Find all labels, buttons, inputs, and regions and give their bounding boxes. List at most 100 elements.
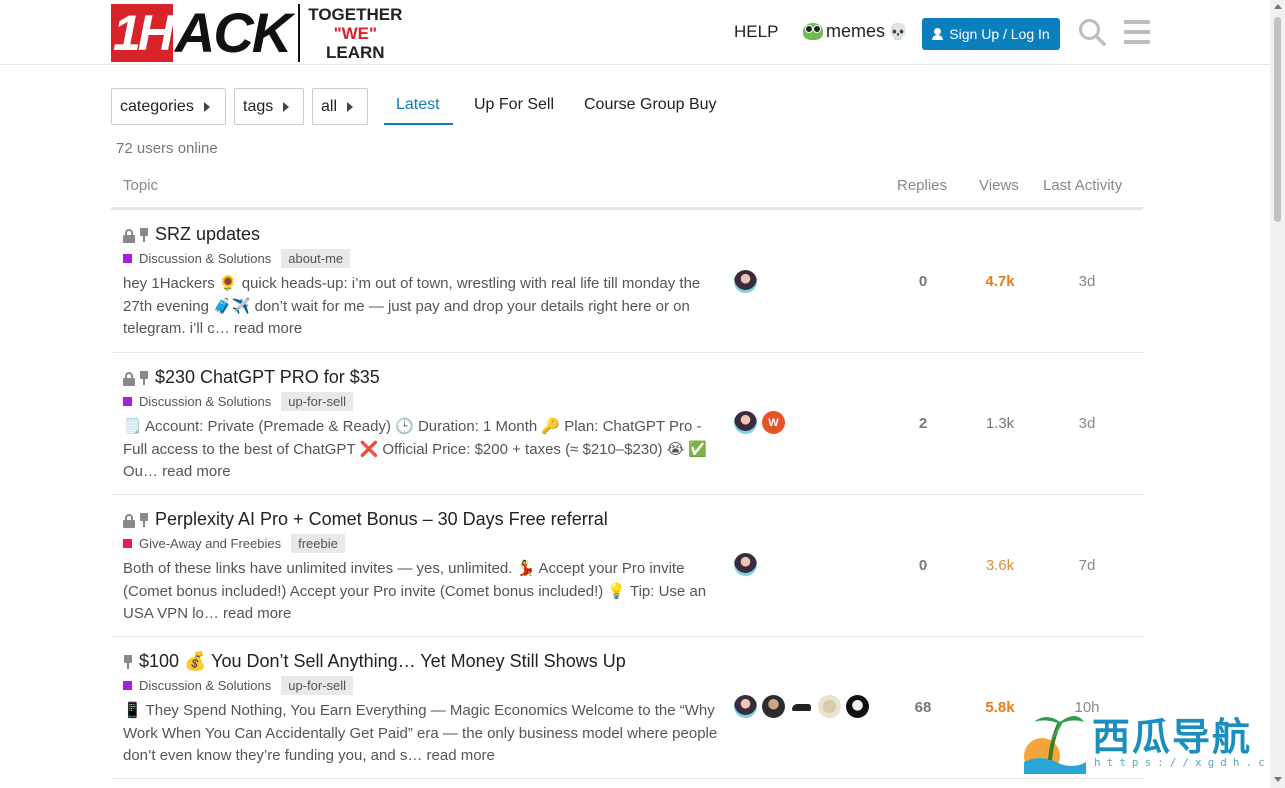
topic-tag[interactable]: up-for-sell	[281, 392, 354, 411]
replies-count: 2	[918, 415, 928, 432]
tab-course-group-buy[interactable]: Course Group Buy	[584, 96, 717, 114]
category-badge-icon	[123, 681, 132, 690]
poster-avatars	[734, 695, 869, 718]
topic-category[interactable]: Discussion & Solutions up-for-sell	[123, 676, 354, 695]
category-badge-icon	[123, 397, 132, 406]
skull-icon: 💀	[888, 23, 908, 41]
topic-title[interactable]: SRZ updates	[123, 224, 260, 245]
user-icon	[932, 28, 944, 40]
logo-ack: ACK	[174, 1, 292, 64]
topic-title-text[interactable]: SRZ updates	[155, 224, 260, 245]
views-count: 4.7k	[985, 273, 1015, 290]
logo-divider	[298, 4, 301, 62]
category-name[interactable]: Discussion & Solutions	[139, 678, 271, 693]
site-header: 1H ACK TOGETHER "WE" LEARN HELP memes 💀 …	[0, 0, 1270, 65]
categories-dropdown[interactable]: categories	[111, 88, 226, 125]
caret-right-icon	[283, 101, 290, 112]
topic-excerpt[interactable]: Both of these links have unlimited invit…	[123, 558, 723, 626]
topic-category[interactable]: Discussion & Solutions about-me	[123, 249, 351, 268]
scrollbar-thumb[interactable]	[1274, 17, 1281, 222]
scroll-down-arrow-icon[interactable]	[1274, 777, 1282, 782]
all-label: all	[321, 97, 338, 115]
topic-excerpt[interactable]: 🗒️ Account: Private (Premade & Ready) 🕒 …	[123, 416, 723, 484]
all-dropdown[interactable]: all	[312, 88, 368, 125]
avatar[interactable]: W	[762, 411, 785, 434]
replies-count: 68	[914, 699, 932, 716]
avatar[interactable]	[734, 411, 757, 434]
tags-label: tags	[243, 97, 274, 115]
column-topic[interactable]: Topic	[123, 177, 158, 194]
avatar[interactable]	[846, 695, 869, 718]
table-row[interactable]: Perplexity AI Pro + Comet Bonus – 30 Day…	[111, 495, 1145, 637]
memes-link[interactable]: memes 💀	[803, 21, 908, 42]
replies-count: 0	[918, 557, 928, 574]
last-activity[interactable]: 3d	[1061, 273, 1113, 290]
logo-tagline: TOGETHER "WE" LEARN	[308, 5, 402, 62]
lock-icon	[123, 229, 135, 243]
search-icon[interactable]	[1078, 18, 1106, 46]
topic-tag[interactable]: about-me	[281, 249, 351, 268]
category-name[interactable]: Discussion & Solutions	[139, 251, 271, 266]
signup-label: Sign Up / Log In	[949, 26, 1050, 42]
hamburger-menu-icon[interactable]	[1124, 20, 1150, 44]
poster-avatars: W	[734, 411, 785, 434]
avatar[interactable]	[734, 695, 757, 718]
users-online: 72 users online	[116, 140, 218, 157]
category-badge-icon	[123, 539, 132, 548]
poster-avatars	[734, 553, 757, 576]
pin-icon	[139, 227, 149, 242]
topic-title[interactable]: Perplexity AI Pro + Comet Bonus – 30 Day…	[123, 509, 608, 530]
topic-category[interactable]: Discussion & Solutions up-for-sell	[123, 392, 354, 411]
topic-excerpt[interactable]: hey 1Hackers 🌻 quick heads-up: i’m out o…	[123, 273, 723, 341]
logo-1h: 1H	[111, 4, 174, 62]
watermark-url: https://xgdh.cn	[1094, 756, 1284, 769]
column-last-activity[interactable]: Last Activity	[1043, 177, 1122, 194]
column-views[interactable]: Views	[979, 177, 1019, 194]
avatar[interactable]	[818, 695, 841, 718]
tags-dropdown[interactable]: tags	[234, 88, 304, 125]
tab-up-for-sell[interactable]: Up For Sell	[474, 96, 554, 114]
topic-tag[interactable]: freebie	[291, 534, 345, 553]
watermark-text: 西瓜导航	[1092, 715, 1253, 759]
last-activity[interactable]: 3d	[1061, 415, 1113, 432]
topic-title-text[interactable]: $100 💰 You Don’t Sell Anything… Yet Mone…	[139, 651, 626, 672]
tagline-line1: TOGETHER	[308, 4, 403, 24]
page-scrollbar[interactable]	[1270, 0, 1285, 788]
tagline-line3: LEARN	[326, 42, 385, 62]
avatar[interactable]	[734, 270, 757, 293]
active-tab-indicator	[384, 123, 453, 125]
site-logo[interactable]: 1H ACK TOGETHER "WE" LEARN	[111, 3, 402, 63]
topic-excerpt[interactable]: 📱 They Spend Nothing, You Earn Everythin…	[123, 700, 723, 768]
poster-avatars	[734, 270, 757, 293]
avatar[interactable]	[762, 695, 785, 718]
category-name[interactable]: Give-Away and Freebies	[139, 536, 281, 551]
topic-tag[interactable]: up-for-sell	[281, 676, 354, 695]
topic-title[interactable]: $230 ChatGPT PRO for $35	[123, 367, 380, 388]
category-name[interactable]: Discussion & Solutions	[139, 394, 271, 409]
table-row[interactable]: $230 ChatGPT PRO for $35 Discussion & So…	[111, 353, 1145, 495]
topic-category[interactable]: Give-Away and Freebies freebie	[123, 534, 345, 553]
views-count: 1.3k	[985, 415, 1015, 432]
lock-icon	[123, 514, 135, 528]
table-row[interactable]: $100 💰 You Don’t Sell Anything… Yet Mone…	[111, 637, 1145, 779]
topic-title-text[interactable]: Perplexity AI Pro + Comet Bonus – 30 Day…	[155, 509, 608, 530]
signup-login-button[interactable]: Sign Up / Log In	[922, 18, 1060, 50]
topic-title-text[interactable]: $230 ChatGPT PRO for $35	[155, 367, 380, 388]
category-badge-icon	[123, 254, 132, 263]
avatar[interactable]	[734, 553, 757, 576]
memes-label: memes	[826, 21, 886, 41]
palm-island-icon	[1024, 716, 1086, 774]
lock-icon	[123, 372, 135, 386]
column-replies[interactable]: Replies	[897, 177, 947, 194]
replies-count: 0	[918, 273, 928, 290]
avatar[interactable]	[790, 695, 813, 718]
watermark: 西瓜导航 https://xgdh.cn	[1020, 700, 1277, 776]
tab-latest[interactable]: Latest	[396, 96, 440, 114]
caret-right-icon	[203, 101, 210, 112]
caret-right-icon	[347, 101, 354, 112]
help-link[interactable]: HELP	[734, 22, 778, 42]
scroll-up-arrow-icon[interactable]	[1274, 4, 1282, 9]
last-activity[interactable]: 7d	[1061, 557, 1113, 574]
topic-title[interactable]: $100 💰 You Don’t Sell Anything… Yet Mone…	[123, 651, 626, 672]
table-row[interactable]: SRZ updates Discussion & Solutions about…	[111, 210, 1145, 353]
